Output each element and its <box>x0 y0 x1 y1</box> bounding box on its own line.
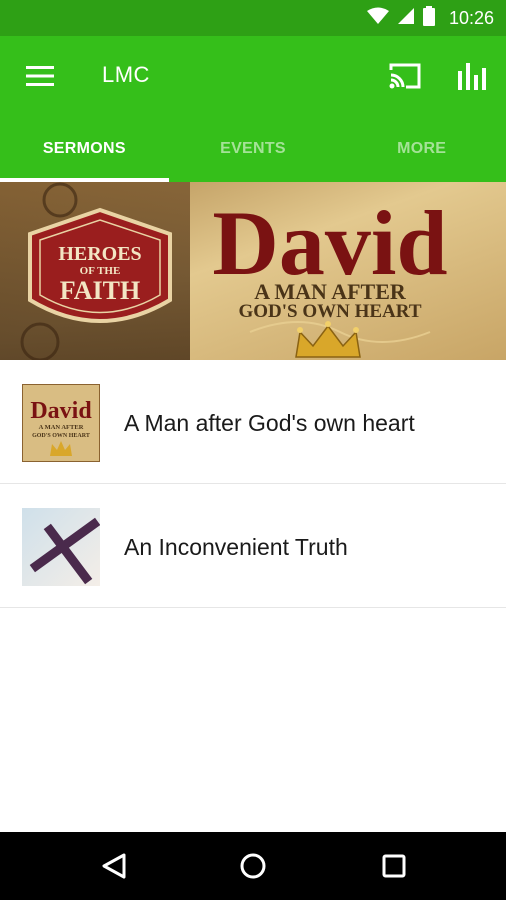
menu-icon <box>26 66 54 86</box>
cast-icon <box>389 63 421 89</box>
system-nav-bar <box>0 832 506 900</box>
status-bar: 10:26 <box>0 0 506 36</box>
banner-artwork: HEROES OF THE FAITH David A MAN AFTER GO… <box>0 182 506 360</box>
sermon-list: David A MAN AFTER GOD'S OWN HEART A Man … <box>0 360 506 608</box>
status-time: 10:26 <box>448 7 494 28</box>
app-title: LMC <box>102 62 150 87</box>
banner-subtitle-line2: GOD'S OWN HEART <box>238 301 421 322</box>
sermon-title: A Man after God's own heart <box>124 410 415 436</box>
series-banner[interactable]: HEROES OF THE FAITH David A MAN AFTER GO… <box>0 182 506 360</box>
list-item[interactable]: David A MAN AFTER GOD'S OWN HEART A Man … <box>0 360 506 484</box>
back-icon <box>102 853 126 879</box>
back-button[interactable] <box>92 846 136 886</box>
wifi-icon <box>366 7 389 30</box>
signal-icon <box>397 7 415 30</box>
thumb-title: David <box>30 398 92 424</box>
sermon-title: An Inconvenient Truth <box>124 534 348 560</box>
sermon-thumbnail <box>22 508 100 586</box>
home-button[interactable] <box>231 846 275 886</box>
thumb-line1: A MAN AFTER <box>39 424 84 431</box>
recents-icon <box>382 854 406 878</box>
bar-chart-icon <box>458 63 486 90</box>
home-icon <box>240 853 266 879</box>
list-item[interactable]: An Inconvenient Truth <box>0 484 506 608</box>
thumb-line2: GOD'S OWN HEART <box>32 433 90 439</box>
battery-icon <box>422 5 435 31</box>
banner-badge-line3: FAITH <box>60 276 140 305</box>
cast-button[interactable] <box>385 58 425 94</box>
banner-badge-line1: HEROES <box>58 243 141 265</box>
status-icons: 10:26 <box>366 0 494 36</box>
sermon-thumbnail: David A MAN AFTER GOD'S OWN HEART <box>22 384 100 462</box>
tab-bar: SERMONS EVENTS MORE <box>0 116 506 182</box>
tab-more[interactable]: MORE <box>337 116 506 182</box>
tab-sermons[interactable]: SERMONS <box>0 116 169 182</box>
stats-button[interactable] <box>452 56 492 96</box>
tab-events[interactable]: EVENTS <box>169 116 338 182</box>
recents-button[interactable] <box>372 846 416 886</box>
app-bar: LMC <box>0 36 506 116</box>
menu-button[interactable] <box>20 60 60 92</box>
